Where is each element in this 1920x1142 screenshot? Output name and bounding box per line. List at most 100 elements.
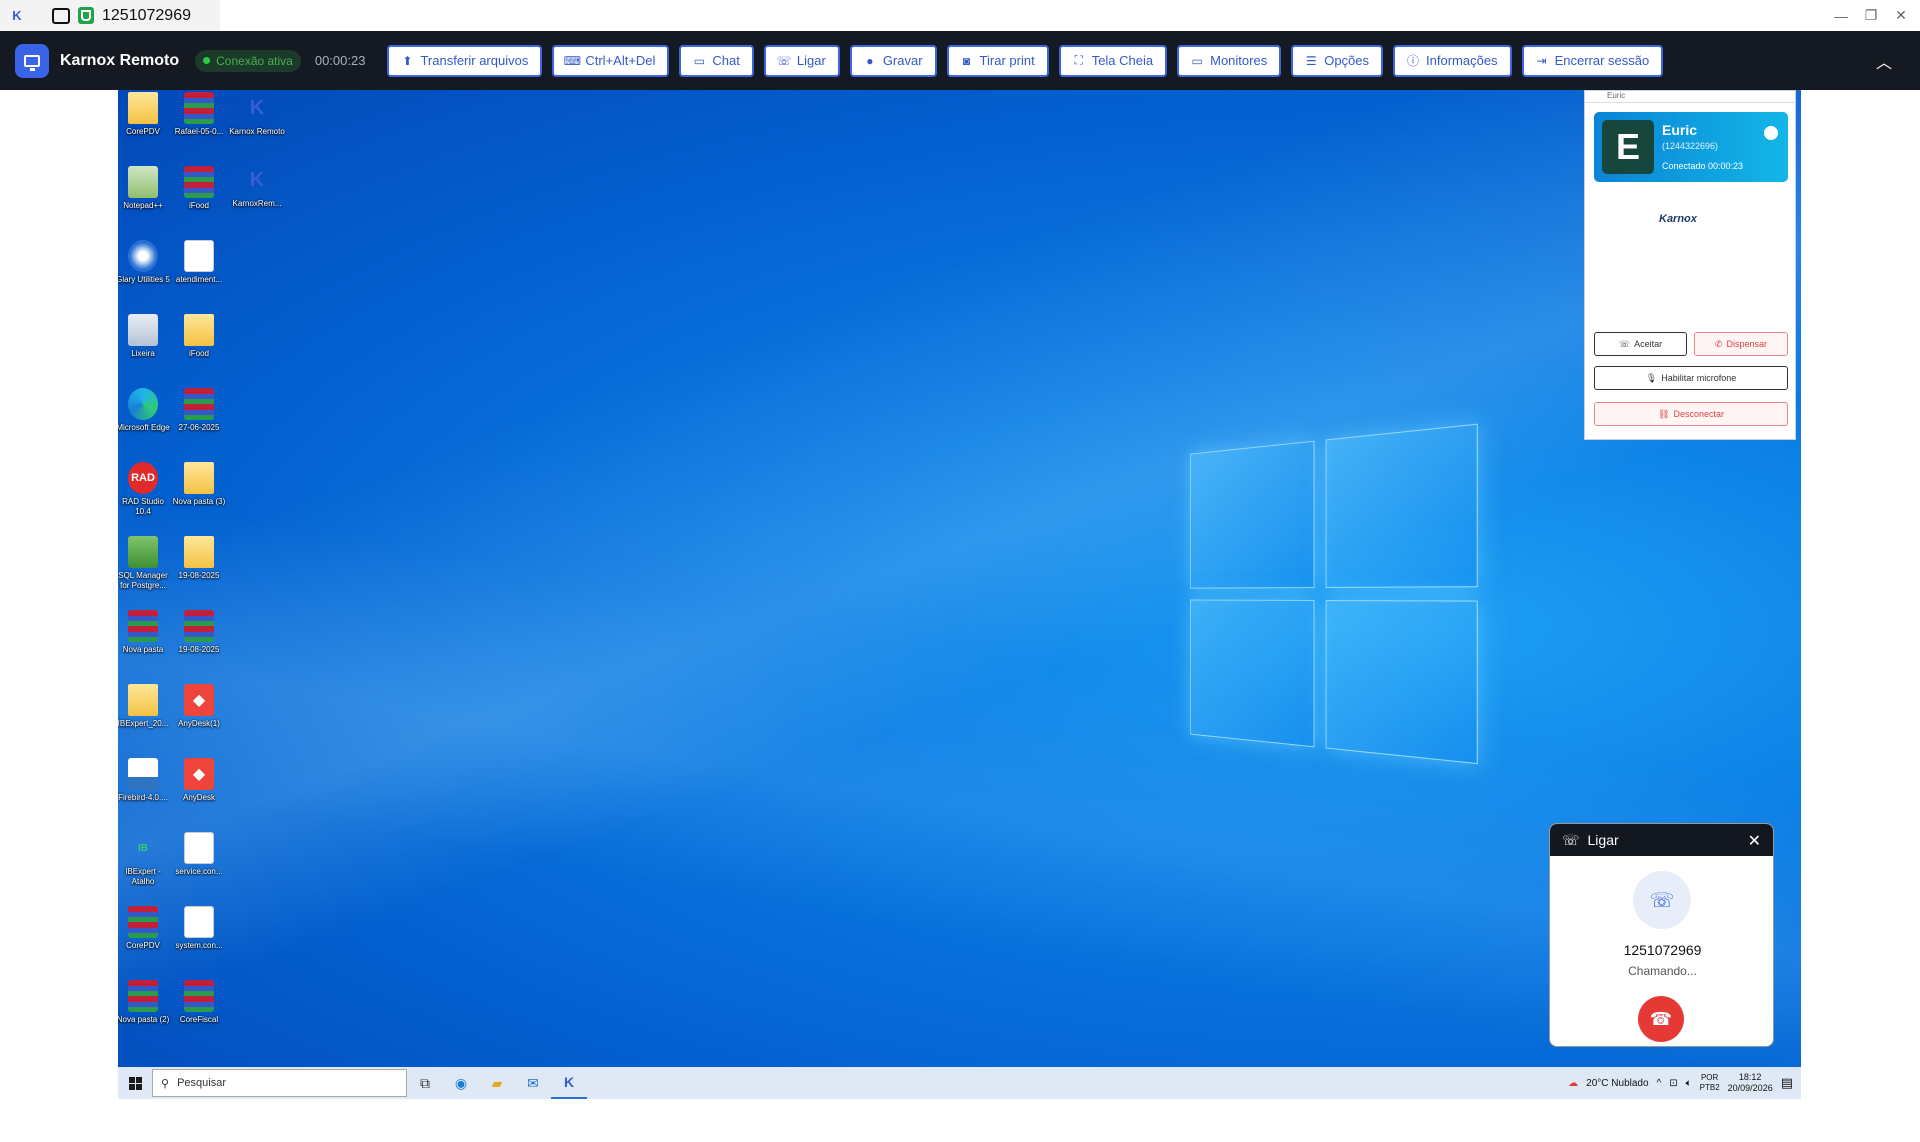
- contact-name: Euric: [1662, 122, 1697, 138]
- disconnect-button[interactable]: ⛓ Desconectar: [1594, 402, 1788, 426]
- desktop-icon[interactable]: SQL Manager for Postgre...: [118, 536, 172, 591]
- karnox-taskbar-icon[interactable]: K: [551, 1067, 587, 1099]
- chat-icon: ▭: [693, 55, 705, 67]
- desktop-icon[interactable]: Nova pasta (2): [118, 980, 172, 1025]
- weather-icon: ☁: [1568, 1078, 1578, 1089]
- desktop-icon[interactable]: iFood: [170, 314, 228, 359]
- chat-button[interactable]: ▭ Chat: [679, 45, 753, 77]
- ctrl-alt-del-button[interactable]: ⌨ Ctrl+Alt+Del: [552, 45, 669, 77]
- fullscreen-button[interactable]: ⛶ Tela Cheia: [1059, 45, 1167, 77]
- notifications-icon[interactable]: ▤: [1781, 1075, 1793, 1091]
- file-icon: [184, 906, 214, 938]
- info-button[interactable]: ⓘ Informações: [1393, 45, 1512, 77]
- app-tab[interactable]: K 1251072969: [0, 0, 220, 31]
- edge-taskbar-icon[interactable]: ◉: [443, 1067, 479, 1099]
- zip-icon: [128, 906, 158, 938]
- volume-icon[interactable]: 🔈︎: [1686, 1078, 1692, 1089]
- desktop-icon[interactable]: Rafael-05-0...: [170, 92, 228, 137]
- desktop-icon[interactable]: IBExpert_20...: [118, 684, 172, 729]
- weather-text[interactable]: 20°C Nublado: [1586, 1078, 1648, 1089]
- collapse-toolbar-chevron-up-icon[interactable]: ︿: [1876, 49, 1892, 73]
- desktop-icon[interactable]: CorePDV: [118, 92, 172, 137]
- desktop-icon-label: IBExpert_20...: [118, 719, 168, 729]
- hang-up-button[interactable]: ☎: [1638, 996, 1684, 1042]
- windows-logo-wallpaper: [1190, 423, 1480, 766]
- connection-status-label: Conexão ativa: [216, 54, 293, 68]
- desktop-icon-label: iFood: [189, 349, 209, 359]
- desktop-icon-label: 27-06-2025: [179, 423, 220, 433]
- desktop-icon-label: service.con...: [175, 867, 222, 877]
- desktop-icon[interactable]: service.con...: [170, 832, 228, 877]
- desktop-icon[interactable]: K KarnoxRem...: [228, 164, 286, 209]
- desktop-icon[interactable]: iFood: [170, 166, 228, 211]
- call-status: Chamando...: [1550, 964, 1774, 978]
- chevron-up-icon[interactable]: ^: [1657, 1078, 1662, 1089]
- maximize-button[interactable]: ❐: [1856, 0, 1886, 31]
- desktop-icon-label: Karnox Remoto: [229, 127, 285, 137]
- enable-mic-button[interactable]: 🎙︎ Habilitar microfone: [1594, 366, 1788, 390]
- panel-title: Euric: [1585, 91, 1795, 103]
- desktop-icon[interactable]: CoreFiscal: [170, 980, 228, 1025]
- desktop-icon[interactable]: Glary Utilities 5: [118, 240, 172, 285]
- task-view-icon[interactable]: ⧉: [407, 1067, 443, 1099]
- desktop-icon[interactable]: system.con...: [170, 906, 228, 951]
- record-button[interactable]: ● Gravar: [850, 45, 937, 77]
- glary-icon: [128, 240, 158, 272]
- fullscreen-icon: ⛶: [1073, 55, 1085, 67]
- folder-icon: [184, 314, 214, 346]
- status-dot-icon: [203, 57, 210, 64]
- close-icon[interactable]: ✕: [1748, 831, 1761, 851]
- clock[interactable]: 18:12 20/09/2026: [1728, 1072, 1773, 1094]
- desktop-icon[interactable]: Microsoft Edge: [118, 388, 172, 433]
- rad-icon: RAD: [128, 462, 158, 494]
- desktop-icon[interactable]: IB IBExpert - Atalho: [118, 832, 172, 887]
- chat-bubble-icon[interactable]: [1764, 126, 1778, 140]
- network-icon[interactable]: ⊡: [1669, 1078, 1677, 1089]
- unlink-icon: ⛓: [1658, 409, 1669, 420]
- desktop-icon[interactable]: 19-08-2025: [170, 610, 228, 655]
- call-popup-title: Ligar: [1588, 832, 1619, 848]
- minimize-button[interactable]: —: [1826, 0, 1856, 31]
- desktop-icon-label: AnyDesk: [183, 793, 215, 803]
- sql-icon: [128, 536, 158, 568]
- anydesk-icon: ◆: [184, 684, 214, 716]
- desktop-icon[interactable]: Firebird-4.0....: [118, 758, 172, 803]
- desktop-icon-label: Firebird-4.0....: [118, 793, 168, 803]
- language-indicator[interactable]: POR PTB2: [1700, 1073, 1720, 1093]
- folder-icon: [184, 536, 214, 568]
- desktop-icon[interactable]: 27-06-2025: [170, 388, 228, 433]
- desktop-icon-label: system.con...: [175, 941, 222, 951]
- windows-start-icon[interactable]: [118, 1067, 152, 1099]
- options-button[interactable]: ☰ Opções: [1291, 45, 1383, 77]
- desktop-icon-label: CorePDV: [126, 941, 160, 951]
- zip-icon: [184, 92, 214, 124]
- desktop-icon[interactable]: atendiment...: [170, 240, 228, 285]
- dismiss-button[interactable]: ✆ Dispensar: [1694, 332, 1788, 356]
- desktop-icon[interactable]: ◆ AnyDesk(1): [170, 684, 228, 729]
- record-icon: ●: [864, 55, 876, 67]
- desktop-icon[interactable]: Notepad++: [118, 166, 172, 211]
- keyboard-icon: ⌨: [566, 55, 578, 67]
- taskbar-search-input[interactable]: ⚲ Pesquisar: [152, 1069, 407, 1097]
- desktop-icon[interactable]: CorePDV: [118, 906, 172, 951]
- file-explorer-icon[interactable]: ▰: [479, 1067, 515, 1099]
- end-session-button[interactable]: ⇥ Encerrar sessão: [1522, 45, 1664, 77]
- zip-icon: [184, 610, 214, 642]
- brand-title: Karnox Remoto: [60, 52, 179, 70]
- screenshot-button[interactable]: ◙ Tirar print: [947, 45, 1049, 77]
- desktop-icon[interactable]: K Karnox Remoto: [228, 92, 286, 137]
- call-button[interactable]: ☏ Ligar: [764, 45, 840, 77]
- desktop-icon[interactable]: Nova pasta: [118, 610, 172, 655]
- folder-icon: [128, 92, 158, 124]
- desktop-icon[interactable]: Nova pasta (3): [170, 462, 228, 507]
- monitors-button[interactable]: ▭ Monitores: [1177, 45, 1281, 77]
- accept-button[interactable]: ☏ Aceitar: [1594, 332, 1687, 356]
- desktop-icon-label: Microsoft Edge: [118, 423, 170, 433]
- desktop-icon[interactable]: 19-08-2025: [170, 536, 228, 581]
- desktop-icon[interactable]: Lixeira: [118, 314, 172, 359]
- mail-icon[interactable]: ✉: [515, 1067, 551, 1099]
- close-window-button[interactable]: ✕: [1886, 0, 1916, 31]
- desktop-icon[interactable]: RAD RAD Studio 10.4: [118, 462, 172, 517]
- desktop-icon[interactable]: ◆ AnyDesk: [170, 758, 228, 803]
- transfer-files-button[interactable]: ⬆ Transferir arquivos: [387, 45, 542, 77]
